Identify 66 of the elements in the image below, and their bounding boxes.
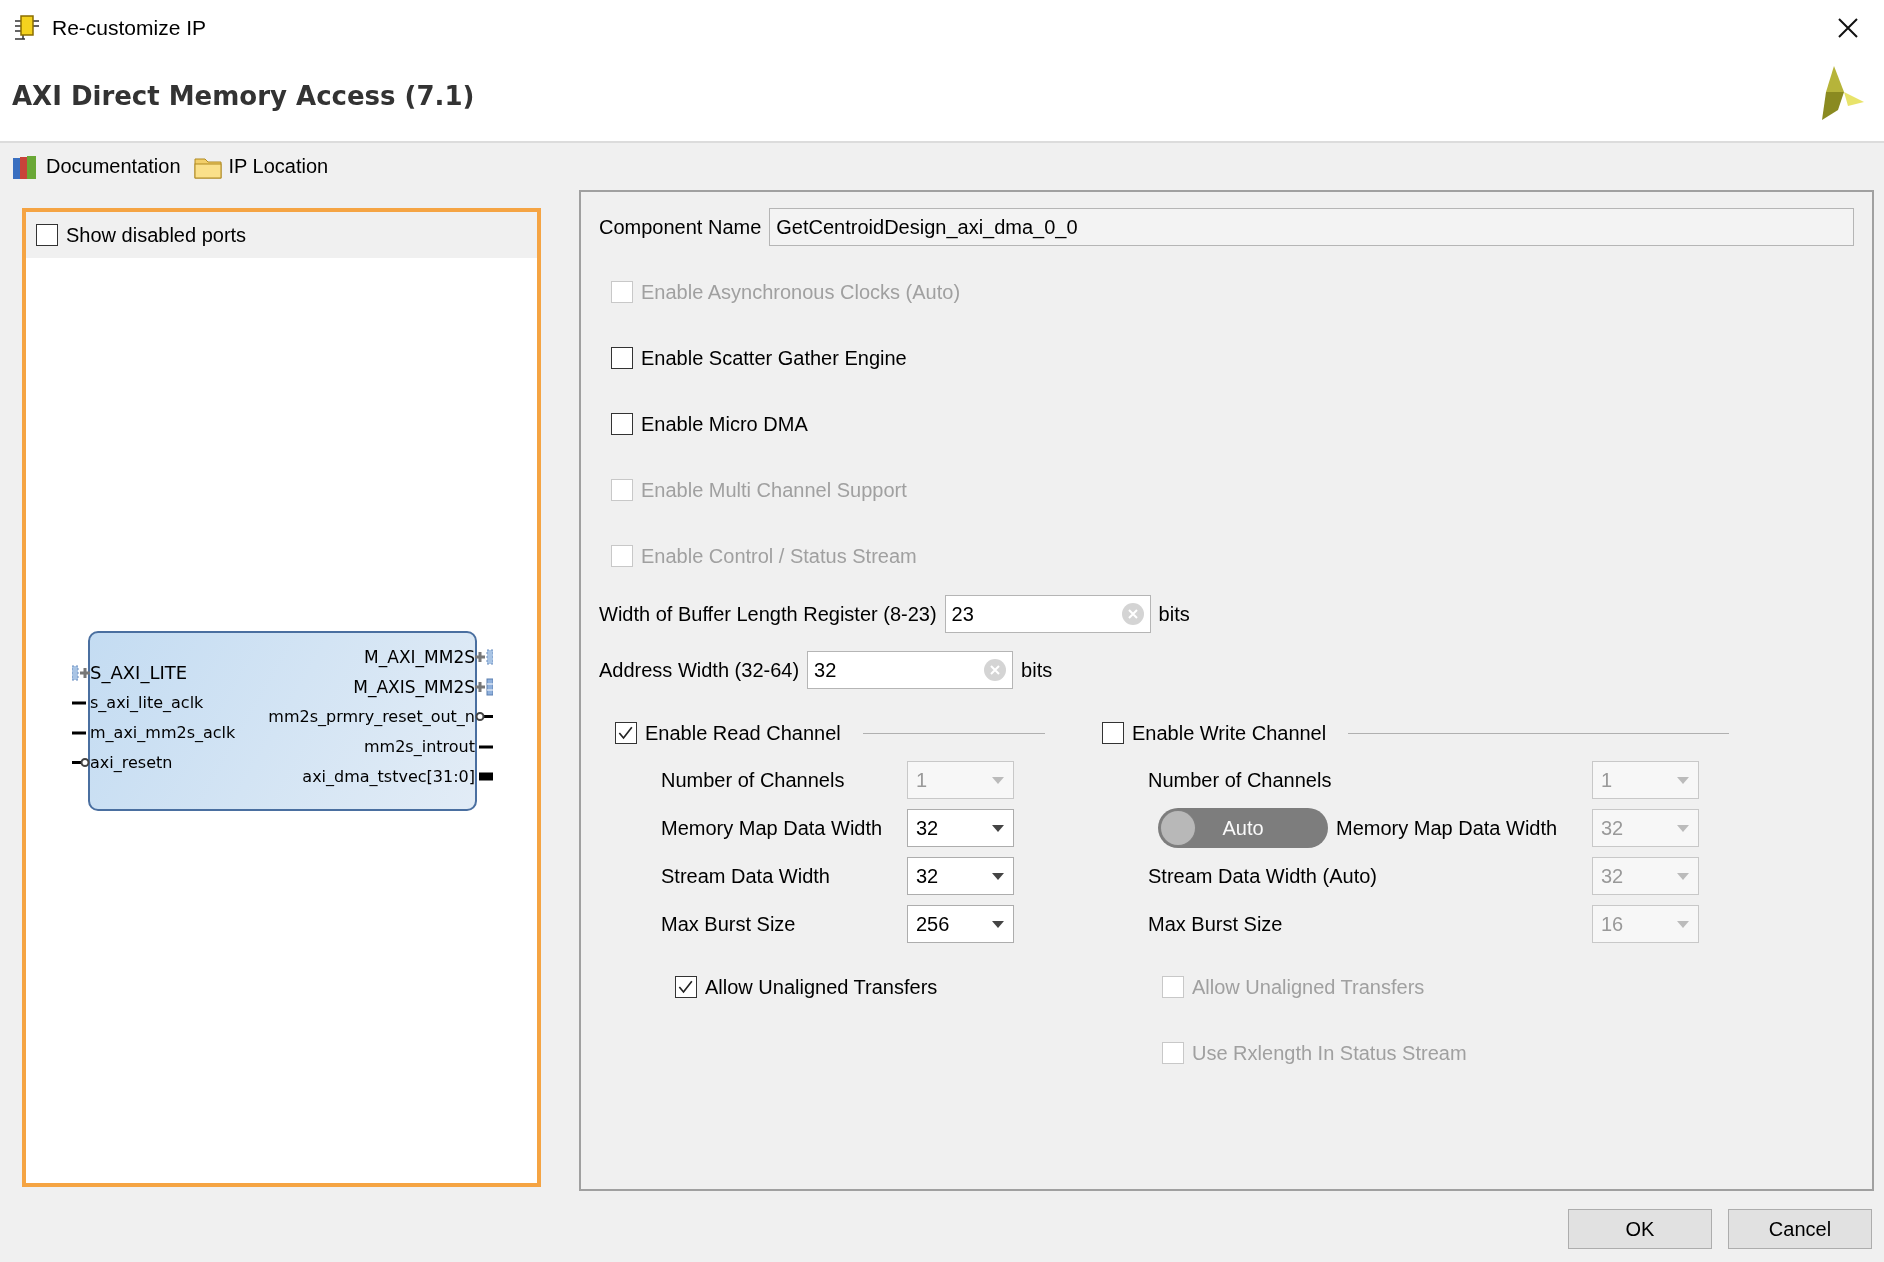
- caret-icon: [1676, 823, 1690, 833]
- setting-label: Number of Channels: [661, 768, 845, 792]
- window-title: Re-customize IP: [52, 15, 208, 40]
- bus-interface-icon: [72, 663, 90, 682]
- inverted-pin-icon: [475, 712, 493, 721]
- caret-icon: [991, 823, 1005, 833]
- checkbox[interactable]: [675, 976, 697, 998]
- inverted-pin-icon: [72, 758, 90, 767]
- setting-label: Memory Map Data Width: [1336, 816, 1558, 840]
- setting-label: Max Burst Size: [1148, 912, 1283, 936]
- port-label: mm2s_introut: [364, 737, 475, 756]
- dropdown[interactable]: 256: [907, 905, 1014, 943]
- field-label: Address Width (32-64): [599, 658, 800, 682]
- setting-label: Memory Map Data Width: [661, 816, 883, 840]
- stream-interface-icon: [475, 677, 493, 696]
- port-label: s_axi_lite_aclk: [90, 693, 204, 712]
- checkbox-label: Enable Multi Channel Support: [641, 478, 907, 502]
- field-label: Width of Buffer Length Register (8-23): [599, 602, 937, 626]
- dialog-button[interactable]: Cancel: [1728, 1209, 1872, 1249]
- unit-label: bits: [1158, 602, 1190, 626]
- checkbox-label: Enable Micro DMA: [641, 412, 808, 436]
- caret-icon: [991, 919, 1005, 929]
- checkbox[interactable]: [1102, 722, 1124, 744]
- checkbox-label: Use Rxlength In Status Stream: [1192, 1041, 1467, 1065]
- port-label: axi_dma_tstvec[31:0]: [302, 767, 475, 786]
- chip-icon: [12, 12, 42, 43]
- setting-label: Max Burst Size: [661, 912, 796, 936]
- checkbox-label: Enable Scatter Gather Engine: [641, 346, 907, 370]
- caret-icon: [1676, 919, 1690, 929]
- dialog-button[interactable]: OK: [1568, 1209, 1712, 1249]
- port-label: M_AXI_MM2S: [364, 646, 475, 667]
- port-label: M_AXIS_MM2S: [353, 676, 475, 697]
- checkbox-label: Enable Control / Status Stream: [641, 544, 917, 568]
- checkbox-label: Allow Unaligned Transfers: [1192, 975, 1425, 999]
- checkbox[interactable]: [615, 722, 637, 744]
- caret-icon: [991, 775, 1005, 785]
- setting-label: Stream Data Width: [661, 864, 830, 888]
- component-name-field[interactable]: GetCentroidDesign_axi_dma_0_0: [769, 208, 1854, 246]
- checkbox-label: Show disabled ports: [66, 223, 247, 247]
- port-label: axi_resetn: [90, 753, 173, 772]
- input-field[interactable]: 32: [807, 651, 1014, 689]
- dropdown[interactable]: 32: [907, 809, 1014, 847]
- port-label: S_AXI_LITE: [90, 662, 188, 683]
- close-icon[interactable]: [1836, 15, 1860, 40]
- checkbox-label: Allow Unaligned Transfers: [705, 975, 938, 999]
- toolbar-button[interactable]: IP Location: [192, 151, 329, 182]
- group-heading: Enable Write Channel: [1132, 721, 1327, 745]
- setting-label: Stream Data Width (Auto): [1148, 864, 1377, 888]
- bus-interface-icon: [475, 647, 493, 666]
- unit-label: bits: [1021, 658, 1053, 682]
- port-label: mm2s_prmry_reset_out_n: [268, 707, 475, 726]
- input-field[interactable]: 23: [944, 595, 1151, 633]
- toolbar-button[interactable]: Documentation: [10, 151, 181, 182]
- checkbox[interactable]: [36, 224, 58, 246]
- dialog-heading: AXI Direct Memory Access (7.1): [12, 81, 475, 111]
- setting-label: Number of Channels: [1148, 768, 1332, 792]
- checkbox-label: Enable Asynchronous Clocks (Auto): [641, 280, 961, 304]
- group-heading: Enable Read Channel: [645, 721, 841, 745]
- checkbox[interactable]: [611, 347, 633, 369]
- checkbox[interactable]: [611, 413, 633, 435]
- dropdown[interactable]: 32: [907, 857, 1014, 895]
- caret-icon: [1676, 871, 1690, 881]
- caret-icon: [991, 871, 1005, 881]
- port-label: m_axi_mm2s_aclk: [90, 723, 236, 742]
- caret-icon: [1676, 775, 1690, 785]
- field-label: Component Name: [599, 215, 762, 239]
